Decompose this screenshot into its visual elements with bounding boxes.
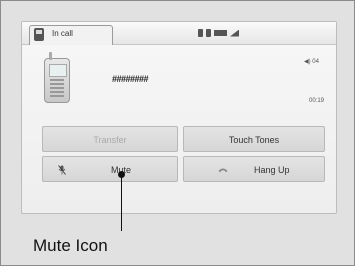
touch-tones-button[interactable]: Touch Tones bbox=[183, 126, 325, 152]
transfer-button[interactable]: Transfer bbox=[42, 126, 178, 152]
phone-graphic-icon bbox=[44, 52, 70, 103]
mute-microphone-icon bbox=[58, 165, 66, 175]
callout-label: Mute Icon bbox=[33, 236, 108, 255]
phone-screen: In call ######## ◀) 04 00:19 Transfer To… bbox=[21, 21, 337, 214]
speaker-icon: ◀) bbox=[304, 59, 311, 65]
battery-icon bbox=[214, 30, 227, 36]
volume-value: 04 bbox=[312, 59, 319, 65]
call-number: ######## bbox=[112, 74, 149, 84]
figure-frame: In call ######## ◀) 04 00:19 Transfer To… bbox=[0, 0, 355, 266]
signal-icon bbox=[230, 29, 239, 37]
callout-leader-line bbox=[121, 174, 122, 231]
call-timer: 00:19 bbox=[309, 98, 325, 104]
hang-up-icon bbox=[218, 168, 228, 173]
phone-icon bbox=[34, 28, 44, 41]
in-call-tab[interactable]: In call bbox=[29, 25, 113, 45]
hang-up-button[interactable]: Hang Up bbox=[183, 156, 325, 182]
touch-tones-label: Touch Tones bbox=[228, 135, 280, 145]
bluetooth-icon bbox=[206, 29, 211, 37]
status-bar: In call bbox=[22, 22, 336, 45]
transfer-label: Transfer bbox=[93, 135, 127, 145]
volume-indicator: ◀) 04 bbox=[304, 58, 319, 65]
bluetooth-icon bbox=[198, 29, 203, 37]
status-icons bbox=[198, 28, 239, 38]
mute-button[interactable]: Mute bbox=[42, 156, 178, 182]
tab-label: In call bbox=[52, 29, 73, 38]
hang-up-label: Hang Up bbox=[254, 165, 290, 175]
